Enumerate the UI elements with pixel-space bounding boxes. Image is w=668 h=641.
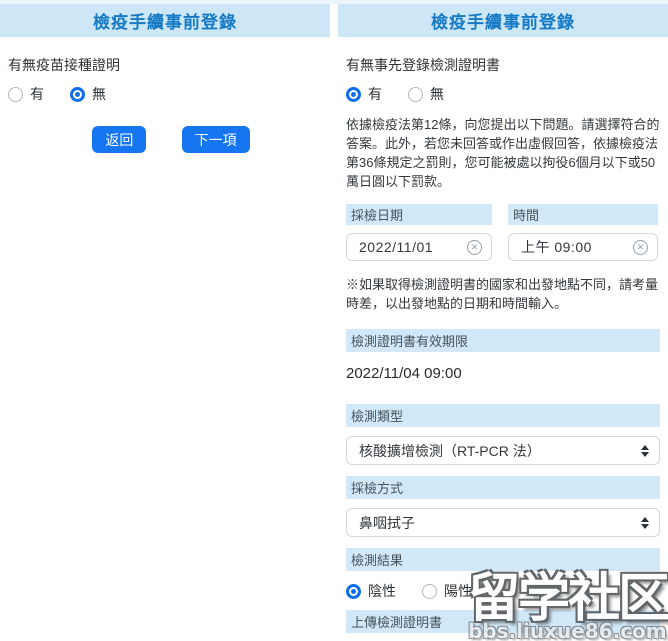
panel-test-certificate-step: 檢疫手續事前登錄 有無事先登錄檢測證明書 有 無 依據檢疫法第12條，向您提出以… bbox=[338, 0, 668, 641]
sample-date-field: 採檢日期 2022/11/01 ✕ bbox=[346, 204, 492, 261]
timezone-note: ※如果取得檢測證明書的國家和出發地點不同，請考量時差，以出發地點的日期和時間輸入… bbox=[346, 275, 660, 313]
test-result-radio-group: 陰性 陽性 bbox=[346, 581, 660, 601]
radio-selected-icon[interactable] bbox=[70, 87, 85, 102]
radio-unselected-icon[interactable] bbox=[422, 584, 437, 599]
test-result-label: 檢測結果 bbox=[346, 548, 660, 571]
clear-time-icon[interactable]: ✕ bbox=[633, 240, 648, 255]
sample-time-field: 時間 上午 09:00 ✕ bbox=[508, 204, 658, 261]
left-page-title: 檢疫手續事前登錄 bbox=[93, 8, 237, 33]
back-button[interactable]: 返回 bbox=[92, 126, 146, 153]
radio-selected-icon[interactable] bbox=[346, 87, 361, 102]
left-button-row: 返回 下一項 bbox=[8, 126, 322, 153]
upload-label: 上傳檢測證明書 bbox=[346, 610, 660, 633]
right-page-title: 檢疫手續事前登錄 bbox=[431, 8, 575, 33]
quarantine-law-notice: 依據檢疫法第12條，向您提出以下問題。請選擇符合的答案。此外，若您未回答或作出虛… bbox=[346, 115, 660, 191]
radio-unselected-icon[interactable] bbox=[408, 87, 423, 102]
validity-value: 2022/11/04 09:00 bbox=[346, 365, 660, 382]
vaccine-radio-yes[interactable]: 有 bbox=[8, 84, 44, 104]
date-time-row: 採檢日期 2022/11/01 ✕ 時間 上午 09:00 ✕ bbox=[346, 204, 660, 261]
vaccine-question-label: 有無疫苗接種證明 bbox=[8, 55, 322, 75]
select-arrows-icon bbox=[641, 445, 649, 457]
next-button[interactable]: 下一項 bbox=[182, 126, 250, 153]
test-cert-radio-group: 有 無 bbox=[346, 84, 660, 104]
sample-date-input[interactable]: 2022/11/01 ✕ bbox=[346, 233, 492, 261]
test-cert-question-label: 有無事先登錄檢測證明書 bbox=[346, 55, 660, 75]
test-cert-radio-no[interactable]: 無 bbox=[408, 84, 444, 104]
test-type-label: 檢測類型 bbox=[346, 404, 660, 427]
vaccine-radio-group: 有 無 bbox=[8, 84, 322, 104]
top-strip bbox=[0, 0, 668, 4]
left-header-bar: 檢疫手續事前登錄 bbox=[0, 4, 330, 37]
result-radio-negative[interactable]: 陰性 bbox=[346, 581, 396, 601]
right-content: 有無事先登錄檢測證明書 有 無 依據檢疫法第12條，向您提出以下問題。請選擇符合… bbox=[338, 55, 668, 641]
right-header-bar: 檢疫手續事前登錄 bbox=[338, 4, 668, 37]
sample-time-input[interactable]: 上午 09:00 ✕ bbox=[508, 233, 658, 261]
select-arrows-icon bbox=[641, 517, 649, 529]
screen: 檢疫手續事前登錄 有無疫苗接種證明 有 無 返回 下一項 bbox=[0, 0, 668, 641]
panel-vaccine-step: 檢疫手續事前登錄 有無疫苗接種證明 有 無 返回 下一項 bbox=[0, 0, 330, 641]
vaccine-radio-no[interactable]: 無 bbox=[70, 84, 106, 104]
test-cert-radio-yes[interactable]: 有 bbox=[346, 84, 382, 104]
left-content: 有無疫苗接種證明 有 無 返回 下一項 bbox=[0, 55, 330, 153]
result-radio-positive[interactable]: 陽性 bbox=[422, 581, 472, 601]
sample-date-label: 採檢日期 bbox=[346, 204, 492, 225]
sample-method-label: 採檢方式 bbox=[346, 476, 660, 499]
sample-time-label: 時間 bbox=[508, 204, 658, 225]
validity-label: 檢測證明書有效期限 bbox=[346, 329, 660, 352]
test-type-select[interactable]: 核酸擴增檢測（RT-PCR 法） bbox=[346, 436, 660, 465]
radio-unselected-icon[interactable] bbox=[8, 87, 23, 102]
clear-date-icon[interactable]: ✕ bbox=[467, 240, 482, 255]
radio-selected-icon[interactable] bbox=[346, 584, 361, 599]
sample-method-select[interactable]: 鼻咽拭子 bbox=[346, 508, 660, 537]
